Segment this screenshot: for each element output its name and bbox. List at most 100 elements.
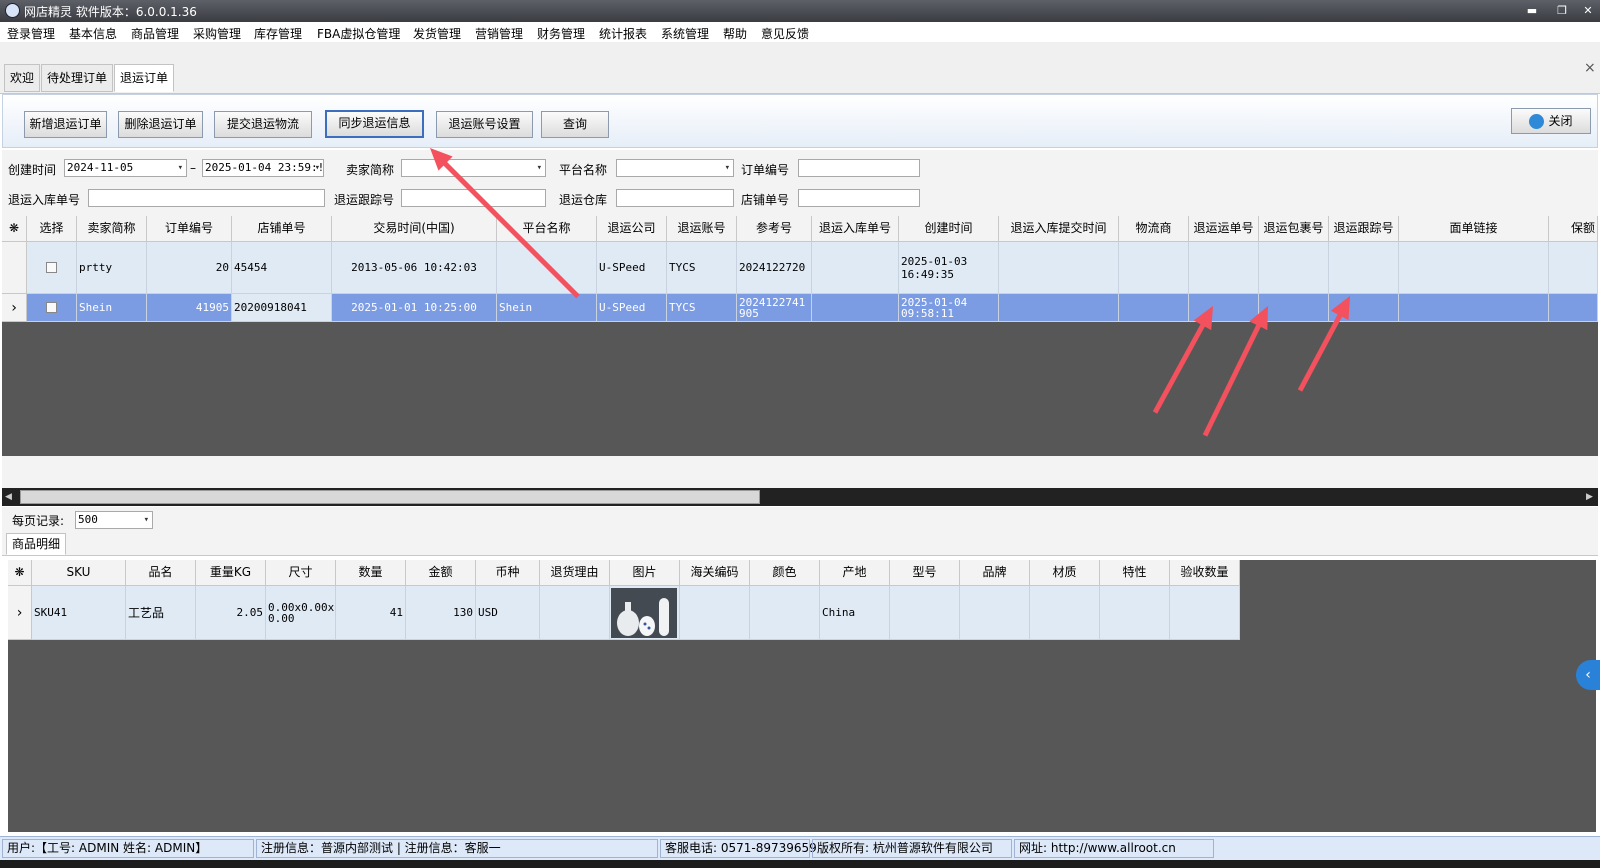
horizontal-scrollbar[interactable]: ◀ ▶ xyxy=(2,488,1598,506)
col-material[interactable]: 材质 xyxy=(1030,560,1100,586)
menu-shipping[interactable]: 发货管理 xyxy=(413,25,461,42)
table-cell xyxy=(890,586,960,640)
col-carrier[interactable]: 物流商 xyxy=(1119,216,1189,242)
scroll-right-icon[interactable]: ▶ xyxy=(1586,492,1593,502)
col-weight[interactable]: 重量KG xyxy=(196,560,266,586)
col-size[interactable]: 尺寸 xyxy=(266,560,336,586)
menu-fba[interactable]: FBA虚拟仓管理 xyxy=(317,25,400,42)
col-amount[interactable]: 金额 xyxy=(406,560,476,586)
table-cell: prtty xyxy=(77,242,147,294)
col-trade-time[interactable]: 交易时间(中国) xyxy=(332,216,497,242)
order-no-input[interactable] xyxy=(798,159,920,177)
col-product-name[interactable]: 品名 xyxy=(126,560,196,586)
menu-reports[interactable]: 统计报表 xyxy=(599,25,647,42)
row-checkbox[interactable] xyxy=(46,262,57,273)
col-package[interactable]: 退运包裹号 xyxy=(1259,216,1329,242)
row-header[interactable] xyxy=(2,242,27,294)
col-quantity[interactable]: 数量 xyxy=(336,560,406,586)
menu-basic-info[interactable]: 基本信息 xyxy=(69,25,117,42)
detail-grid-corner: ❋ xyxy=(8,560,32,586)
page-size-select[interactable]: 500 xyxy=(75,511,153,529)
tab-welcome[interactable]: 欢迎 xyxy=(4,64,41,92)
tab-pending-orders[interactable]: 待处理订单 xyxy=(41,64,114,92)
col-origin[interactable]: 产地 xyxy=(820,560,890,586)
close-window-icon[interactable]: ✕ xyxy=(1580,3,1596,19)
tab-return-orders[interactable]: 退运订单 xyxy=(114,64,175,92)
status-bar: 用户:【工号: ADMIN 姓名: ADMIN】 注册信息：普源内部测试 | 注… xyxy=(0,836,1600,860)
col-hs-code[interactable]: 海关编码 xyxy=(680,560,750,586)
col-in-no[interactable]: 退运入库单号 xyxy=(812,216,899,242)
table-cell: USD xyxy=(476,586,540,640)
table-cell xyxy=(960,586,1030,640)
col-created[interactable]: 创建时间 xyxy=(899,216,999,242)
row-header[interactable]: › xyxy=(2,294,27,322)
col-color[interactable]: 颜色 xyxy=(750,560,820,586)
row-checkbox-cell[interactable] xyxy=(27,242,77,294)
taskbar-edge xyxy=(0,860,1600,868)
col-insured[interactable]: 保额 xyxy=(1549,216,1598,242)
menu-marketing[interactable]: 营销管理 xyxy=(475,25,523,42)
row-checkbox-cell[interactable] xyxy=(27,294,77,322)
menu-finance[interactable]: 财务管理 xyxy=(537,25,585,42)
col-sku[interactable]: SKU xyxy=(32,560,126,586)
menu-help[interactable]: 帮助 xyxy=(723,25,747,42)
date-from-picker[interactable]: 2024-11-05 xyxy=(64,159,187,177)
col-return-reason[interactable]: 退货理由 xyxy=(540,560,610,586)
submit-return-logistics-button[interactable]: 提交退运物流 xyxy=(214,111,312,138)
tab-product-detail[interactable]: 商品明细 xyxy=(6,533,67,555)
menu-system[interactable]: 系统管理 xyxy=(661,25,709,42)
delete-return-order-button[interactable]: 删除退运订单 xyxy=(118,111,203,138)
sync-return-info-button[interactable]: 同步退运信息 xyxy=(325,110,424,138)
col-brand[interactable]: 品牌 xyxy=(960,560,1030,586)
add-return-order-button[interactable]: 新增退运订单 xyxy=(24,111,107,138)
shop-no-input[interactable] xyxy=(798,189,920,207)
menu-login[interactable]: 登录管理 xyxy=(7,25,55,42)
table-cell xyxy=(1549,242,1598,294)
menu-purchase[interactable]: 采购管理 xyxy=(193,25,241,42)
col-feature[interactable]: 特性 xyxy=(1100,560,1170,586)
menu-inventory[interactable]: 库存管理 xyxy=(254,25,302,42)
col-order-no[interactable]: 订单编号 xyxy=(147,216,232,242)
close-panel-button[interactable]: 关闭 xyxy=(1511,108,1591,134)
scroll-left-icon[interactable]: ◀ xyxy=(5,492,12,502)
warehouse-input[interactable] xyxy=(616,189,734,207)
col-shop-no[interactable]: 店铺单号 xyxy=(232,216,332,242)
col-select[interactable]: 选择 xyxy=(27,216,77,242)
seller-select[interactable] xyxy=(401,159,546,177)
menu-products[interactable]: 商品管理 xyxy=(131,25,179,42)
scrollbar-thumb[interactable] xyxy=(20,490,760,504)
platform-select[interactable] xyxy=(616,159,734,177)
return-in-input[interactable] xyxy=(88,189,325,207)
row-checkbox[interactable] xyxy=(46,302,57,313)
status-registration: 注册信息：普源内部测试 | 注册信息：客服一 xyxy=(256,839,658,858)
date-to-picker[interactable]: 2025-01-04 23:59:! xyxy=(202,159,324,177)
return-account-settings-button[interactable]: 退运账号设置 xyxy=(436,111,533,138)
menu-feedback[interactable]: 意见反馈 xyxy=(761,25,809,42)
status-website[interactable]: 网址: http://www.allroot.cn xyxy=(1014,839,1214,858)
row-header[interactable]: › xyxy=(8,586,32,640)
col-checked-qty[interactable]: 验收数量 xyxy=(1170,560,1240,586)
power-icon xyxy=(1529,114,1545,129)
paging-bar: 每页记录: 500 xyxy=(2,507,1598,531)
close-tab-icon[interactable]: × xyxy=(1584,60,1596,76)
table-cell: 2025-01-03 16:49:35 xyxy=(899,242,999,294)
query-button[interactable]: 查询 xyxy=(541,111,609,138)
status-copyright: 版权所有: 杭州普源软件有限公司 xyxy=(812,839,1012,858)
col-image[interactable]: 图片 xyxy=(610,560,680,586)
close-panel-label: 关闭 xyxy=(1548,114,1573,128)
col-model[interactable]: 型号 xyxy=(890,560,960,586)
col-currency[interactable]: 币种 xyxy=(476,560,540,586)
col-seller[interactable]: 卖家简称 xyxy=(77,216,147,242)
side-panel-toggle-icon[interactable]: ‹ xyxy=(1576,660,1600,690)
col-ref[interactable]: 参考号 xyxy=(737,216,812,242)
col-in-submit-time[interactable]: 退运入库提交时间 xyxy=(999,216,1119,242)
col-label-link[interactable]: 面单链接 xyxy=(1399,216,1549,242)
maximize-icon[interactable]: ❐ xyxy=(1554,3,1570,19)
col-tracking[interactable]: 退运跟踪号 xyxy=(1329,216,1399,242)
minimize-icon[interactable]: ▬ xyxy=(1524,3,1540,19)
table-cell xyxy=(999,294,1119,322)
table-cell xyxy=(540,586,610,640)
col-waybill[interactable]: 退运运单号 xyxy=(1189,216,1259,242)
col-account[interactable]: 退运账号 xyxy=(667,216,737,242)
col-company[interactable]: 退运公司 xyxy=(597,216,667,242)
